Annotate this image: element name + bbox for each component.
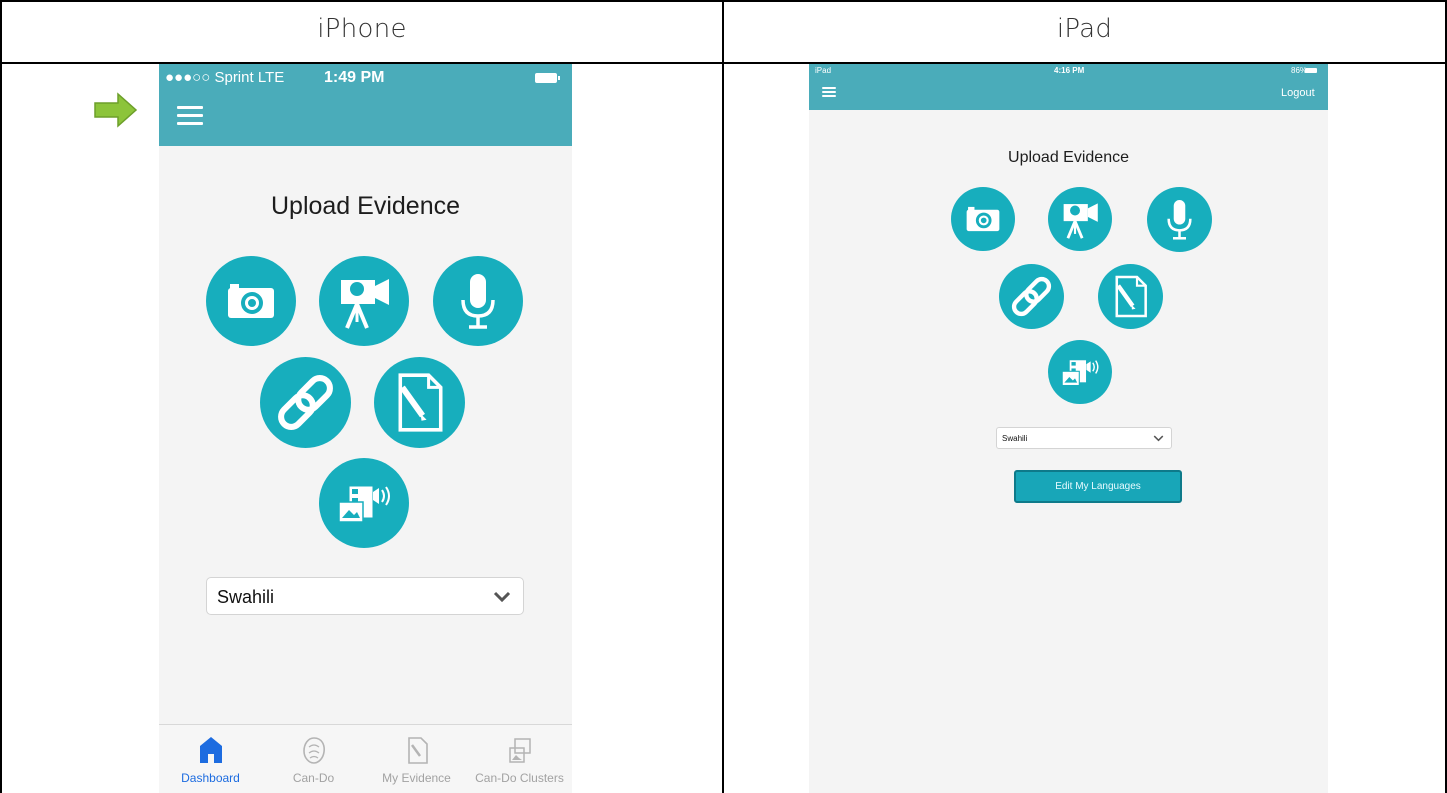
camera-icon xyxy=(966,206,1000,232)
language-select[interactable]: Swahili xyxy=(996,427,1172,449)
tab-can-do-clusters[interactable]: Can-Do Clusters xyxy=(468,725,571,793)
battery-icon xyxy=(535,73,560,83)
status-time: 1:49 PM xyxy=(324,69,385,86)
upload-multimedia-button[interactable] xyxy=(319,458,409,548)
upload-audio-button[interactable] xyxy=(1147,187,1212,252)
table-border-middle xyxy=(722,0,724,793)
hamburger-icon[interactable] xyxy=(177,106,203,128)
upload-photo-button[interactable] xyxy=(951,187,1015,251)
language-select[interactable]: Swahili xyxy=(206,577,524,615)
column-title-iphone: iPhone xyxy=(317,14,407,44)
microphone-icon xyxy=(1167,200,1192,240)
tab-label: Dashboard xyxy=(181,771,240,785)
upload-audio-button[interactable] xyxy=(433,256,523,346)
chevron-down-icon xyxy=(493,591,511,603)
camera-icon xyxy=(228,284,274,318)
upload-video-button[interactable] xyxy=(319,256,409,346)
upload-document-button[interactable] xyxy=(1098,264,1163,329)
header-bar: iPad 4:16 PM 86% Logout xyxy=(809,64,1328,110)
status-carrier: ●●●○○ Sprint LTE xyxy=(165,69,285,86)
language-select-value: Swahili xyxy=(1002,434,1028,443)
can-do-icon xyxy=(303,737,325,764)
tab-my-evidence[interactable]: My Evidence xyxy=(365,725,468,793)
clusters-icon xyxy=(509,738,531,763)
battery-icon xyxy=(1305,68,1317,73)
upload-link-button[interactable] xyxy=(260,357,351,448)
document-edit-icon xyxy=(1115,275,1147,318)
iphone-screen: ●●●○○ Sprint LTE 1:49 PM Upload Evidence xyxy=(159,64,572,793)
edit-my-languages-button[interactable]: Edit My Languages xyxy=(1014,470,1182,503)
language-select-value: Swahili xyxy=(217,587,275,607)
hamburger-icon[interactable] xyxy=(822,87,836,97)
column-title-ipad: iPad xyxy=(1056,14,1113,44)
chevron-down-icon xyxy=(1153,435,1164,442)
page-title: Upload Evidence xyxy=(270,192,460,220)
logout-button[interactable]: Logout xyxy=(1281,87,1315,99)
link-icon xyxy=(278,375,333,430)
tab-label: Can-Do xyxy=(292,771,335,785)
tab-bar: Dashboard Can-Do My Evidence Can-Do Clus… xyxy=(159,724,572,793)
tab-label: Can-Do Clusters xyxy=(475,771,564,785)
header-bar: ●●●○○ Sprint LTE 1:49 PM xyxy=(159,64,572,146)
tab-dashboard[interactable]: Dashboard xyxy=(159,725,262,793)
multimedia-icon xyxy=(338,485,390,523)
page-title: Upload Evidence xyxy=(1008,149,1129,166)
status-device: iPad xyxy=(815,66,832,75)
upload-multimedia-button[interactable] xyxy=(1048,340,1112,404)
video-camera-icon xyxy=(1063,203,1098,239)
evidence-icon xyxy=(408,737,428,764)
upload-video-button[interactable] xyxy=(1048,187,1112,251)
home-icon xyxy=(200,737,222,763)
microphone-icon xyxy=(461,274,495,329)
green-arrow-icon xyxy=(94,92,138,128)
tab-can-do[interactable]: Can-Do xyxy=(262,725,365,793)
tab-label: My Evidence xyxy=(382,771,451,785)
video-camera-icon xyxy=(341,279,389,329)
upload-photo-button[interactable] xyxy=(206,256,296,346)
upload-document-button[interactable] xyxy=(374,357,465,448)
ipad-screen: iPad 4:16 PM 86% Logout Upload Evidence xyxy=(809,64,1328,793)
table-border-left xyxy=(0,0,2,793)
link-icon xyxy=(1011,276,1052,317)
multimedia-icon xyxy=(1061,359,1099,387)
document-edit-icon xyxy=(398,373,443,432)
status-time: 4:16 PM xyxy=(1054,66,1085,75)
upload-link-button[interactable] xyxy=(999,264,1064,329)
